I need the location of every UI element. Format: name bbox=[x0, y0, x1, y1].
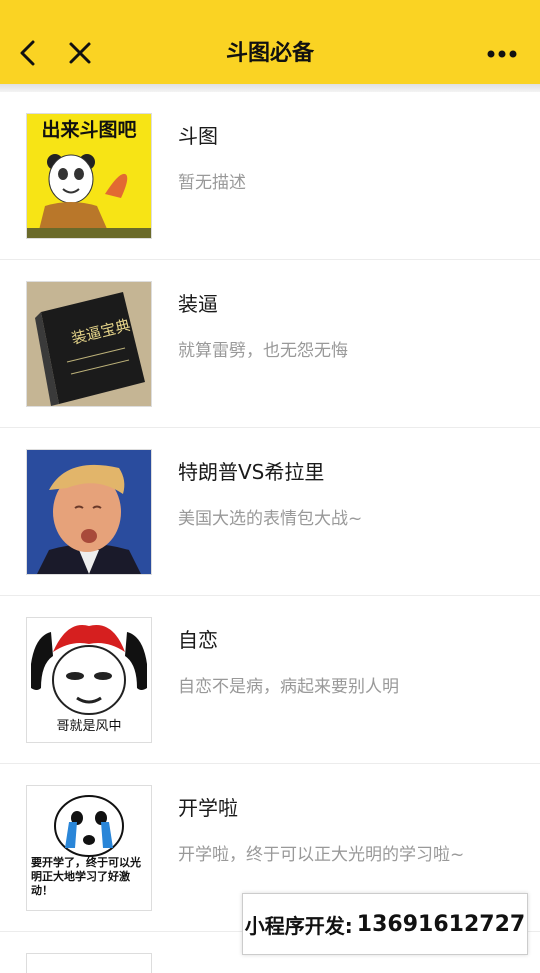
list-item[interactable]: 装逼宝典 装逼 就算雷劈，也无怨无悔 bbox=[0, 260, 540, 428]
thumbnail-portrait-image bbox=[26, 449, 152, 575]
item-description: 就算雷劈，也无怨无悔 bbox=[178, 341, 348, 361]
item-description: 自恋不是病，病起来要别人明 bbox=[178, 677, 399, 697]
thumbnail-book-image: 装逼宝典 bbox=[26, 281, 152, 407]
item-description: 开学啦，终于可以正大光明的学习啦~ bbox=[178, 845, 465, 865]
item-title: 特朗普VS希拉里 bbox=[178, 460, 325, 484]
list-item[interactable]: 出来斗图吧 斗图 暂无描述 bbox=[0, 92, 540, 260]
contact-phone: 13691612727 bbox=[356, 911, 526, 937]
thumbnail-meme-face-image: 哥就是风中 bbox=[26, 617, 152, 743]
page-title: 斗图必备 bbox=[225, 41, 314, 66]
thumbnail-image bbox=[26, 953, 152, 973]
item-title: 斗图 bbox=[178, 124, 218, 148]
sticker-pack-list: 出来斗图吧 斗图 暂无描述 装逼宝典 装逼 就算雷劈，也无怨无悔 特朗普VS希拉… bbox=[0, 92, 540, 973]
contact-label: 小程序开发: bbox=[244, 913, 353, 938]
item-description: 美国大选的表情包大战~ bbox=[178, 509, 363, 529]
close-icon[interactable] bbox=[64, 38, 96, 68]
thumbnail-crying-face-image: 要开学了，终于可以光明正大地学习了好激动！ bbox=[26, 785, 152, 911]
developer-contact-banner: 小程序开发: 13691612727 bbox=[242, 893, 528, 955]
thumb-caption: 出来斗图吧 bbox=[41, 118, 136, 141]
item-title: 装逼 bbox=[178, 292, 218, 316]
back-icon[interactable] bbox=[14, 38, 40, 68]
item-title: 自恋 bbox=[178, 628, 218, 652]
item-title: 开学啦 bbox=[178, 796, 238, 820]
thumb-caption: 哥就是风中 bbox=[56, 719, 121, 734]
list-item[interactable]: 哥就是风中 自恋 自恋不是病，病起来要别人明 bbox=[0, 596, 540, 764]
thumbnail-panda-image: 出来斗图吧 bbox=[26, 113, 152, 239]
list-item[interactable]: 特朗普VS希拉里 美国大选的表情包大战~ bbox=[0, 428, 540, 596]
navigation-bar: 斗图必备 bbox=[0, 0, 540, 84]
item-description: 暂无描述 bbox=[178, 173, 246, 193]
header-divider bbox=[0, 84, 540, 92]
thumb-caption: 要开学了，终于可以光明正大地学习了好激动！ bbox=[31, 856, 141, 897]
more-icon[interactable] bbox=[484, 40, 520, 68]
